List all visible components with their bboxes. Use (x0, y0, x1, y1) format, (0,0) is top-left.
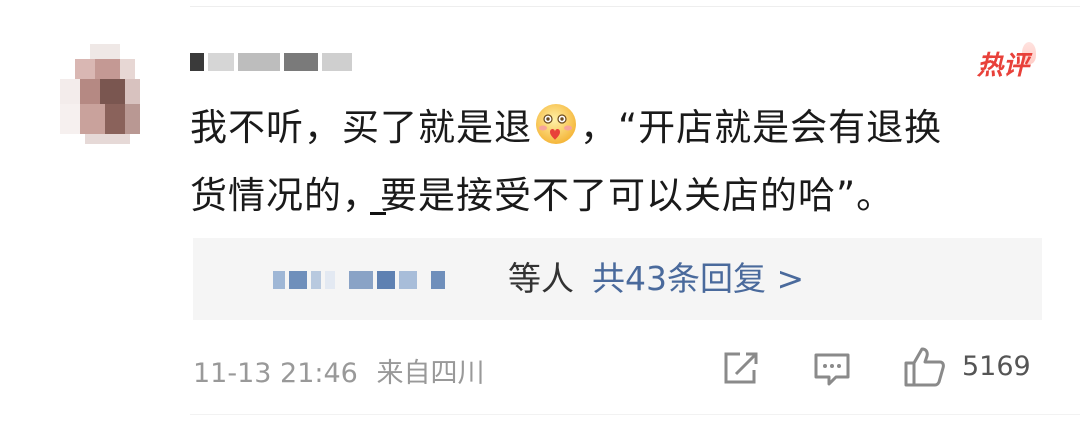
reply-summary: 等人 共43条回复 > (508, 256, 804, 302)
bottom-divider (190, 414, 1080, 415)
like-count: 5169 (962, 351, 1031, 382)
hot-comment-badge: 热评 (966, 42, 1040, 82)
avatar[interactable] (50, 44, 150, 144)
comment-text-line2: 货情况的，要是接受不了可以关店的哈”。 (190, 174, 895, 217)
comment-text-part1: 我不听，买了就是退 (190, 106, 532, 149)
username-blurred[interactable] (190, 46, 390, 78)
share-icon[interactable] (720, 350, 760, 386)
comment-meta: 11-13 21:46 来自四川 (193, 351, 484, 390)
reply-users-suffix: 等人 (508, 259, 574, 298)
comment-icon[interactable] (812, 352, 852, 386)
location: 来自四川 (376, 358, 485, 389)
top-divider (190, 6, 1080, 7)
stray-mark (370, 212, 386, 215)
comment-text-part2: ，“开店就是会有退换 (580, 106, 943, 149)
blushing-heart-emoji (536, 104, 576, 144)
timestamp: 11-13 21:46 (193, 358, 358, 389)
replies-preview[interactable]: 等人 共43条回复 > (193, 238, 1042, 320)
comment-text: 我不听，买了就是退 ，“开店就是会有退换 货情况的，要是接受不了可以关店的哈”。 (190, 94, 1040, 230)
reply-users-blurred (273, 271, 449, 289)
like-icon[interactable] (903, 346, 947, 388)
view-replies-link[interactable]: 共43条回复 > (592, 259, 804, 298)
